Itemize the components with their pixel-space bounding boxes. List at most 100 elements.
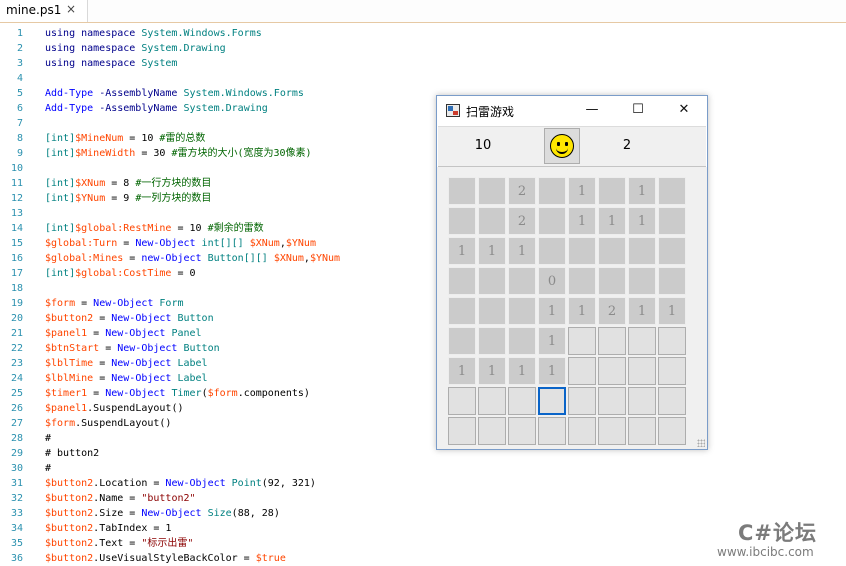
code-line: 31 $button2.Location = New-Object Point(9… — [0, 476, 846, 491]
mine-cell-revealed[interactable]: 1 — [478, 237, 506, 265]
mine-cell-hidden[interactable] — [568, 357, 596, 385]
mine-cell-revealed[interactable] — [478, 177, 506, 205]
mine-cell-revealed[interactable]: 1 — [658, 297, 686, 325]
mine-cell-revealed[interactable] — [538, 207, 566, 235]
mine-cell-hidden[interactable] — [628, 327, 656, 355]
mine-cell-revealed[interactable] — [448, 267, 476, 295]
mine-cell-focused[interactable] — [538, 387, 566, 415]
mine-cell-revealed[interactable] — [598, 177, 626, 205]
mine-cell-revealed[interactable]: 1 — [538, 357, 566, 385]
mine-cell-hidden[interactable] — [478, 387, 506, 415]
code-line: 1 using namespace System.Windows.Forms — [0, 26, 846, 41]
line-number: 31 — [10, 478, 23, 489]
mine-cell-revealed[interactable] — [538, 237, 566, 265]
code-line: 3 using namespace System — [0, 56, 846, 71]
mine-cell-revealed[interactable]: 1 — [538, 327, 566, 355]
mine-cell-revealed[interactable]: 2 — [508, 177, 536, 205]
mine-cell-hidden[interactable] — [598, 357, 626, 385]
mine-cell-revealed[interactable] — [508, 297, 536, 325]
mine-cell-revealed[interactable]: 1 — [628, 207, 656, 235]
mine-cell-revealed[interactable] — [478, 267, 506, 295]
mine-cell-revealed[interactable] — [508, 267, 536, 295]
mine-cell-hidden[interactable] — [568, 327, 596, 355]
code-editor[interactable]: 1 using namespace System.Windows.Forms 2 us… — [0, 24, 846, 564]
mine-cell-hidden[interactable] — [658, 357, 686, 385]
mine-cell-revealed[interactable]: 1 — [538, 297, 566, 325]
mine-cell-revealed[interactable] — [538, 177, 566, 205]
mine-cell-hidden[interactable] — [478, 417, 506, 445]
line-number: 32 — [10, 493, 23, 504]
mine-cell-revealed[interactable] — [448, 177, 476, 205]
start-button[interactable] — [544, 128, 580, 164]
mine-cell-revealed[interactable]: 1 — [508, 237, 536, 265]
code-text: $button2.Name = "button2" — [45, 493, 196, 504]
code-line: 13 — [0, 206, 846, 221]
code-text: Add-Type -AssemblyName System.Drawing — [45, 103, 268, 114]
mine-cell-hidden[interactable] — [598, 417, 626, 445]
mine-cell-hidden[interactable] — [508, 387, 536, 415]
mine-cell-revealed[interactable] — [448, 327, 476, 355]
mine-cell-revealed[interactable] — [658, 207, 686, 235]
mine-cell-revealed[interactable] — [568, 237, 596, 265]
mine-cell-revealed[interactable]: 1 — [568, 297, 596, 325]
mine-cell-revealed[interactable] — [658, 267, 686, 295]
code-line: 7 — [0, 116, 846, 131]
mine-cell-revealed[interactable] — [478, 207, 506, 235]
mine-cell-revealed[interactable]: 2 — [508, 207, 536, 235]
mine-cell-revealed[interactable] — [658, 237, 686, 265]
mine-cell-revealed[interactable]: 1 — [628, 177, 656, 205]
tab-close-icon[interactable]: × — [66, 2, 76, 16]
mine-cell-hidden[interactable] — [448, 387, 476, 415]
window-title-bar[interactable]: 扫雷游戏 — ☐ ✕ — [437, 96, 707, 126]
mine-cell-hidden[interactable] — [658, 417, 686, 445]
mine-cell-revealed[interactable]: 1 — [508, 357, 536, 385]
mine-cell-revealed[interactable] — [478, 327, 506, 355]
minimize-button[interactable]: — — [569, 96, 615, 126]
mine-cell-hidden[interactable] — [628, 387, 656, 415]
mine-cell-revealed[interactable] — [568, 267, 596, 295]
mine-cell-hidden[interactable] — [658, 387, 686, 415]
line-number: 3 — [16, 58, 23, 69]
mine-cell-hidden[interactable] — [598, 387, 626, 415]
mine-cell-revealed[interactable] — [448, 297, 476, 325]
mine-cell-revealed[interactable]: 1 — [598, 207, 626, 235]
mine-cell-revealed[interactable] — [598, 267, 626, 295]
line-number: 7 — [16, 118, 23, 129]
mine-cell-revealed[interactable] — [628, 267, 656, 295]
mine-cell-revealed[interactable]: 2 — [598, 297, 626, 325]
code-text: $timer1 = New-Object Timer($form.compone… — [45, 388, 310, 399]
mine-cell-revealed[interactable]: 1 — [628, 297, 656, 325]
mine-cell-revealed[interactable]: 1 — [478, 357, 506, 385]
window-title: 扫雷游戏 — [466, 105, 515, 119]
mine-cell-hidden[interactable] — [538, 417, 566, 445]
mine-cell-hidden[interactable] — [658, 327, 686, 355]
mine-cell-hidden[interactable] — [568, 417, 596, 445]
mine-cell-revealed[interactable] — [628, 237, 656, 265]
mine-cell-revealed[interactable]: 1 — [568, 177, 596, 205]
mine-cell-hidden[interactable] — [508, 417, 536, 445]
minesweeper-window: 扫雷游戏 — ☐ ✕ 10 2 211211111101121111111 — [436, 95, 708, 450]
tab-mine-ps1[interactable]: mine.ps1 × — [0, 0, 88, 22]
mine-cell-revealed[interactable]: 1 — [448, 357, 476, 385]
resize-grip-icon[interactable] — [697, 439, 705, 447]
mine-cell-hidden[interactable] — [598, 327, 626, 355]
mine-cell-hidden[interactable] — [628, 357, 656, 385]
code-line: 20 $button2 = New-Object Button — [0, 311, 846, 326]
mine-cell-hidden[interactable] — [568, 387, 596, 415]
mine-cell-revealed[interactable] — [448, 207, 476, 235]
mine-cell-revealed[interactable] — [658, 177, 686, 205]
maximize-button[interactable]: ☐ — [615, 96, 661, 126]
code-line: 11 [int]$XNum = 8 #一行方块的数目 — [0, 176, 846, 191]
mine-cell-revealed[interactable]: 1 — [448, 237, 476, 265]
mine-cell-hidden[interactable] — [628, 417, 656, 445]
mine-cell-revealed[interactable]: 0 — [538, 267, 566, 295]
mine-cell-hidden[interactable] — [448, 417, 476, 445]
mine-cell-revealed[interactable]: 1 — [568, 207, 596, 235]
line-number: 26 — [10, 403, 23, 414]
code-text: # — [45, 433, 52, 444]
mine-cell-revealed[interactable] — [478, 297, 506, 325]
close-button[interactable]: ✕ — [661, 96, 707, 126]
line-number: 21 — [10, 328, 23, 339]
mine-cell-revealed[interactable] — [508, 327, 536, 355]
mine-cell-revealed[interactable] — [598, 237, 626, 265]
